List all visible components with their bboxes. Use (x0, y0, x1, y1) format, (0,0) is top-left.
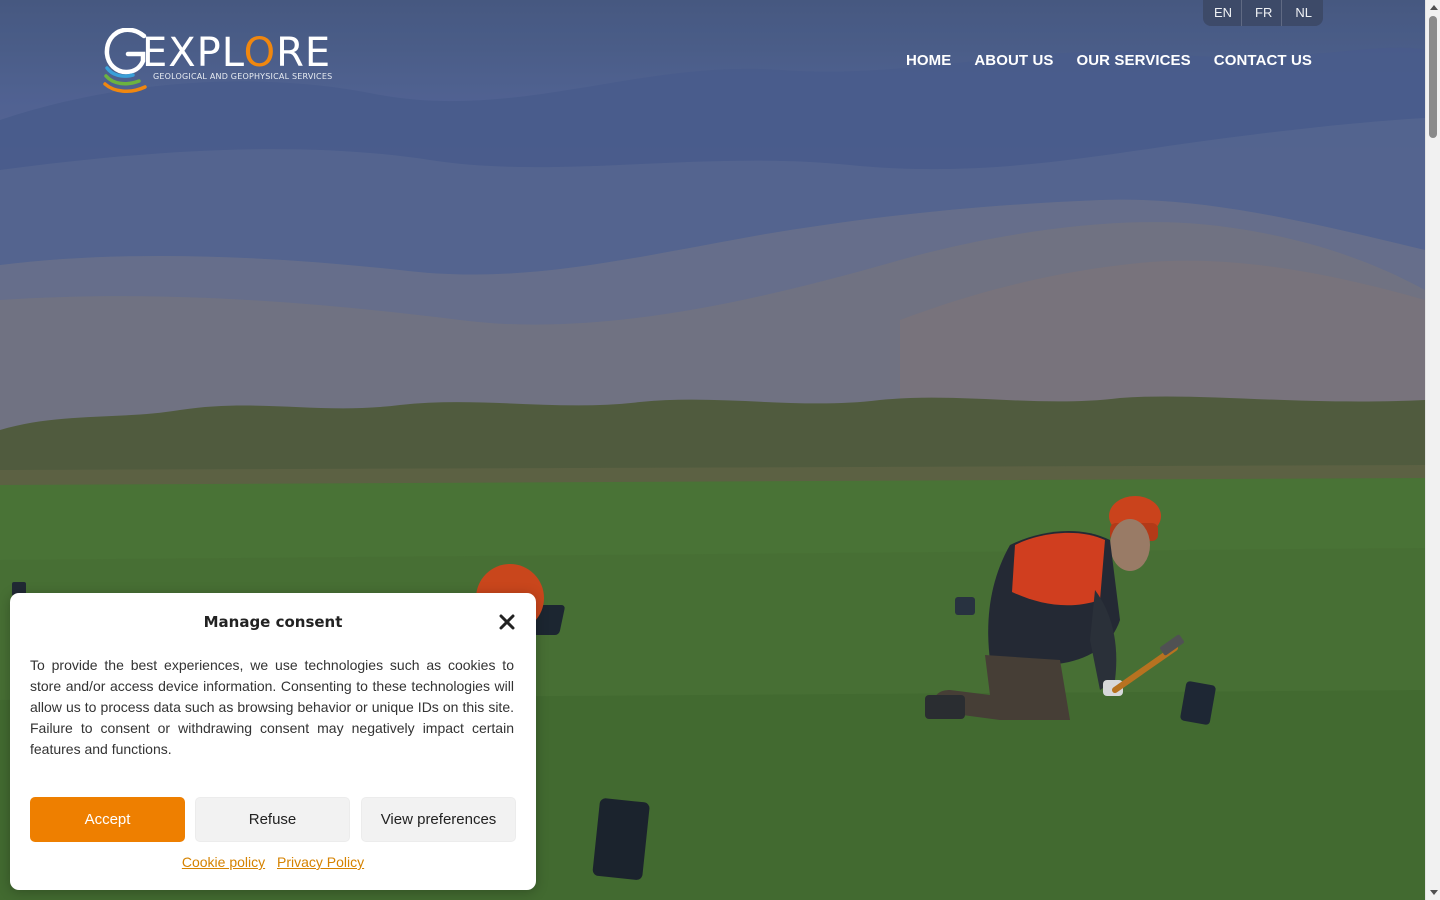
language-en[interactable]: EN (1205, 0, 1243, 26)
consent-title: Manage consent (203, 613, 343, 631)
nav-about-us[interactable]: ABOUT US (974, 50, 1053, 72)
close-icon[interactable] (497, 612, 517, 632)
nav-contact-us[interactable]: CONTACT US (1214, 50, 1312, 72)
view-preferences-button[interactable]: View preferences (361, 797, 516, 842)
nav-our-services[interactable]: OUR SERVICES (1076, 50, 1190, 72)
consent-body-text: To provide the best experiences, we use … (30, 657, 514, 757)
accept-button[interactable]: Accept (30, 797, 185, 842)
scroll-thumb[interactable] (1429, 16, 1437, 138)
page-scrollbar[interactable] (1425, 0, 1440, 900)
main-navigation: HOME ABOUT US OUR SERVICES CONTACT US (906, 50, 1312, 72)
site-logo[interactable]: EXPLORE GEOLOGICAL AND GEOPHYSICAL SERVI… (102, 28, 347, 94)
language-fr[interactable]: FR (1246, 0, 1283, 26)
refuse-button[interactable]: Refuse (195, 797, 350, 842)
consent-dialog: Manage consent To provide the best exper… (10, 593, 536, 890)
language-nl[interactable]: NL (1286, 0, 1321, 26)
nav-home[interactable]: HOME (906, 50, 951, 72)
privacy-policy-link[interactable]: Privacy Policy (277, 854, 364, 870)
scroll-up-arrow-icon[interactable] (1430, 5, 1438, 10)
logo-wordmark: EXPLORE (142, 30, 332, 76)
consent-policy-links: Cookie policy Privacy Policy (10, 854, 536, 870)
scroll-down-arrow-icon[interactable] (1430, 890, 1438, 895)
logo-tagline: GEOLOGICAL AND GEOPHYSICAL SERVICES (153, 72, 333, 81)
language-switcher: EN FR NL (1203, 0, 1323, 26)
cookie-policy-link[interactable]: Cookie policy (182, 854, 265, 870)
